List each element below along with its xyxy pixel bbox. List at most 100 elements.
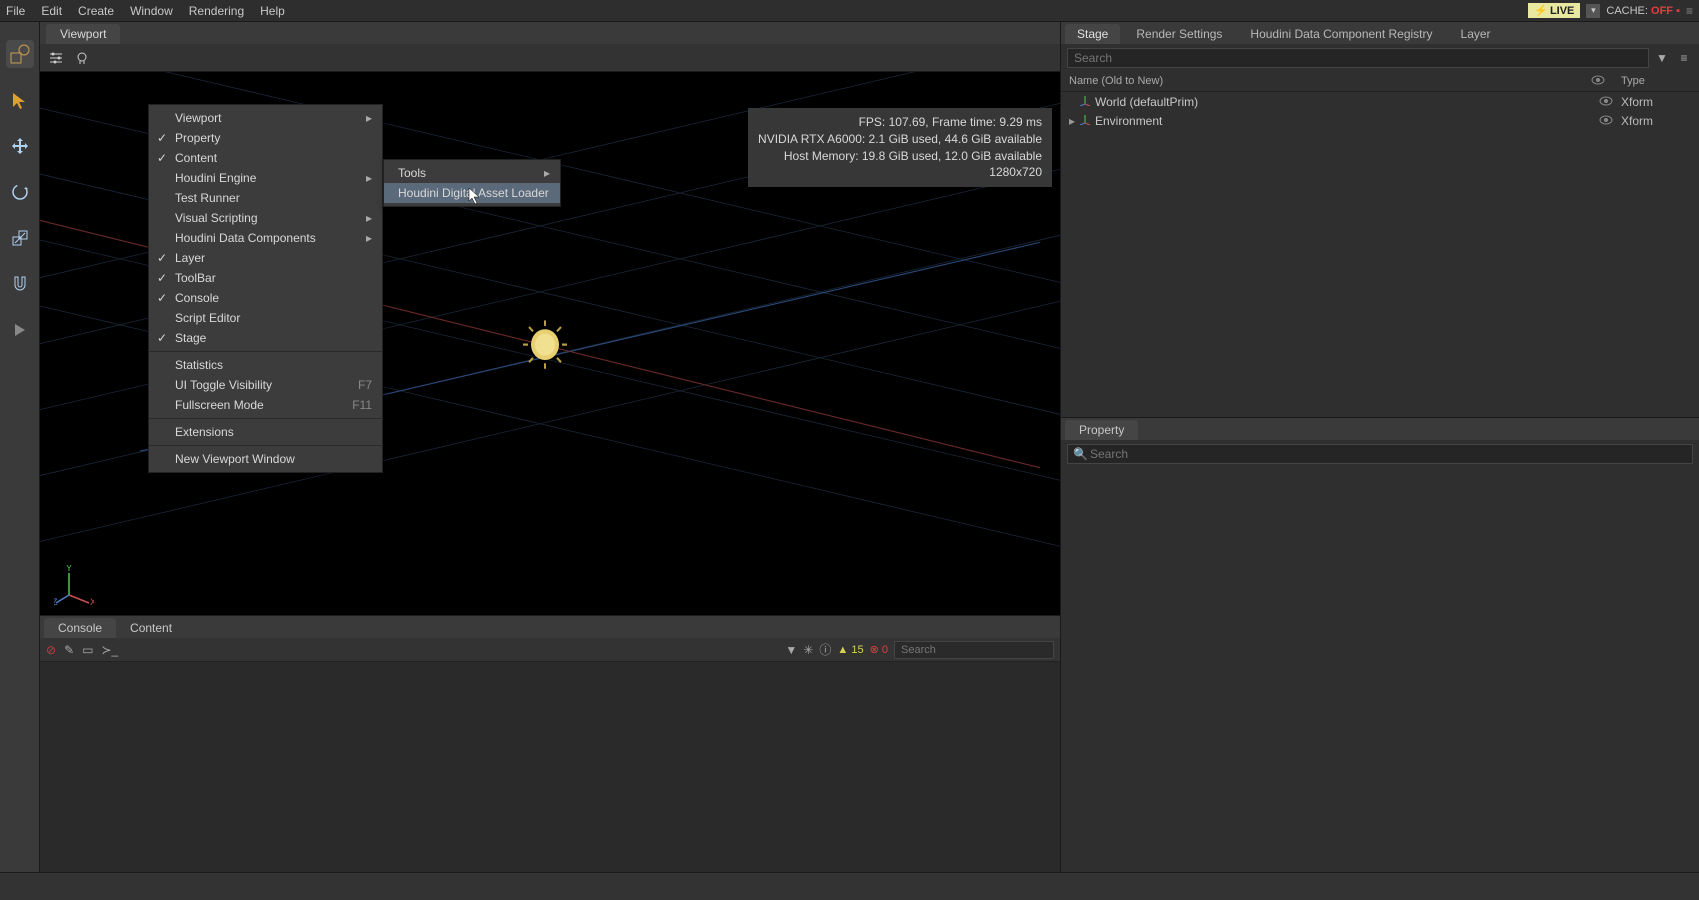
tree-row[interactable]: World (defaultPrim)Xform	[1061, 92, 1699, 111]
console-clear-icon[interactable]: ⊘	[46, 643, 56, 657]
filter-icon[interactable]: ▼	[785, 643, 797, 657]
footer	[0, 872, 1699, 900]
xform-icon	[1079, 113, 1091, 128]
hamburger-icon[interactable]: ≡	[1686, 4, 1693, 18]
live-badge[interactable]: ⚡ LIVE	[1528, 3, 1580, 18]
viewport[interactable]: FPS: 107.69, Frame time: 9.29 ms NVIDIA …	[40, 72, 1060, 615]
console-terminal-icon[interactable]: ≻_	[101, 643, 118, 657]
check-icon: ✓	[157, 331, 167, 345]
menu-item-label: Console	[175, 291, 219, 305]
menu-item[interactable]: ✓Stage	[149, 328, 382, 348]
tool-rotate[interactable]	[6, 178, 34, 206]
menu-file[interactable]: File	[6, 4, 25, 18]
check-icon: ✓	[157, 271, 167, 285]
viewport-tabbar: Viewport	[40, 22, 1060, 44]
stage-tree: World (defaultPrim)Xform▸EnvironmentXfor…	[1061, 92, 1699, 417]
menu-item-label: Layer	[175, 251, 205, 265]
tab-property[interactable]: Property	[1065, 420, 1138, 440]
visibility-toggle[interactable]	[1591, 95, 1621, 109]
menu-item[interactable]: ✓Content	[149, 148, 382, 168]
error-icon: ⊗	[870, 644, 879, 656]
col-type-header[interactable]: Type	[1621, 75, 1691, 88]
col-name-header[interactable]: Name (Old to New)	[1069, 75, 1591, 88]
tool-object-mode[interactable]	[6, 40, 34, 68]
stage-filter-icon[interactable]: ▼	[1653, 49, 1671, 67]
menu-item-label: UI Toggle Visibility	[175, 378, 272, 392]
menu-item[interactable]: Fullscreen ModeF11	[149, 395, 382, 415]
menu-item[interactable]: ✓Property	[149, 128, 382, 148]
console-edit-icon[interactable]: ✎	[64, 643, 74, 657]
expand-icon[interactable]: ▸	[1069, 114, 1079, 128]
tab-content[interactable]: Content	[116, 618, 186, 638]
mouse-cursor-icon	[468, 187, 482, 205]
stage-options-icon[interactable]: ≡	[1675, 49, 1693, 67]
menu-item[interactable]: Statistics	[149, 355, 382, 375]
menu-item[interactable]: ✓ToolBar	[149, 268, 382, 288]
cache-label: CACHE: OFF ▪	[1606, 5, 1680, 17]
star-icon[interactable]: ✳	[803, 643, 813, 657]
row-type: Xform	[1621, 95, 1691, 109]
tree-row[interactable]: ▸EnvironmentXform	[1061, 111, 1699, 130]
menu-help[interactable]: Help	[260, 4, 285, 18]
menu-item-label: Fullscreen Mode	[175, 398, 264, 412]
tab-houdini-registry[interactable]: Houdini Data Component Registry	[1238, 24, 1444, 44]
svg-text:Y: Y	[66, 565, 72, 573]
menu-rendering[interactable]: Rendering	[189, 4, 244, 18]
window-menu: Viewport▸✓Property✓ContentHoudini Engine…	[148, 104, 383, 473]
row-type: Xform	[1621, 114, 1691, 128]
viewport-stats-overlay: FPS: 107.69, Frame time: 9.29 ms NVIDIA …	[748, 108, 1052, 187]
menu-item[interactable]: UI Toggle VisibilityF7	[149, 375, 382, 395]
menu-item[interactable]: Viewport▸	[149, 108, 382, 128]
visibility-toggle[interactable]	[1591, 114, 1621, 128]
viewport-light-icon[interactable]	[72, 48, 92, 68]
eye-icon	[1591, 75, 1605, 85]
tab-console[interactable]: Console	[44, 618, 116, 638]
menu-edit[interactable]: Edit	[41, 4, 62, 18]
live-dropdown-icon[interactable]: ▾	[1586, 4, 1600, 18]
col-vis-header	[1591, 75, 1621, 88]
menu-item[interactable]: Visual Scripting▸	[149, 208, 382, 228]
tool-select[interactable]	[6, 86, 34, 114]
menu-item[interactable]: ✓Console	[149, 288, 382, 308]
tab-viewport[interactable]: Viewport	[46, 24, 120, 44]
console-panel: Console Content ⊘ ✎ ▭ ≻_ ▼ ✳ ⓘ ▲ 15 ⊗	[40, 615, 1060, 872]
console-folder-icon[interactable]: ▭	[82, 643, 93, 657]
menu-item[interactable]: New Viewport Window	[149, 449, 382, 469]
menu-create[interactable]: Create	[78, 4, 114, 18]
tool-scale[interactable]	[6, 224, 34, 252]
center-column: Viewport	[40, 22, 1060, 872]
console-search-input[interactable]	[894, 641, 1054, 659]
stage-search-input[interactable]	[1067, 48, 1649, 68]
check-icon: ✓	[157, 131, 167, 145]
menu-window[interactable]: Window	[130, 4, 173, 18]
menu-item[interactable]: Script Editor	[149, 308, 382, 328]
tab-render-settings[interactable]: Render Settings	[1124, 24, 1234, 44]
save-icon[interactable]: ▪	[1676, 5, 1680, 17]
magnet-icon	[11, 275, 29, 293]
menu-item[interactable]: ✓Layer	[149, 248, 382, 268]
tool-snap[interactable]	[6, 270, 34, 298]
stage-tabs: Stage Render Settings Houdini Data Compo…	[1061, 22, 1699, 44]
console-body[interactable]	[40, 662, 1060, 872]
axis-gizmo: Y X Z	[54, 565, 94, 605]
tab-stage[interactable]: Stage	[1065, 24, 1120, 44]
cache-value: OFF	[1651, 5, 1673, 17]
property-search-input[interactable]	[1067, 444, 1693, 464]
cube-sphere-icon	[9, 43, 31, 65]
tab-layer[interactable]: Layer	[1449, 24, 1503, 44]
scale-icon	[11, 229, 29, 247]
menu-item-label: Extensions	[175, 425, 234, 439]
live-label: LIVE	[1550, 5, 1574, 17]
tool-play[interactable]	[6, 316, 34, 344]
cursor-arrow-icon	[11, 91, 29, 109]
menu-item[interactable]: Tools▸	[384, 163, 560, 183]
viewport-settings-icon[interactable]	[46, 48, 66, 68]
warn-count: ▲ 15	[837, 644, 863, 656]
info-icon[interactable]: ⓘ	[819, 641, 831, 658]
menu-item[interactable]: Houdini Engine▸	[149, 168, 382, 188]
menu-item[interactable]: Houdini Data Components▸	[149, 228, 382, 248]
property-panel: Property 🔍	[1061, 417, 1699, 872]
tool-move[interactable]	[6, 132, 34, 160]
menu-item[interactable]: Test Runner	[149, 188, 382, 208]
menu-item[interactable]: Extensions	[149, 422, 382, 442]
